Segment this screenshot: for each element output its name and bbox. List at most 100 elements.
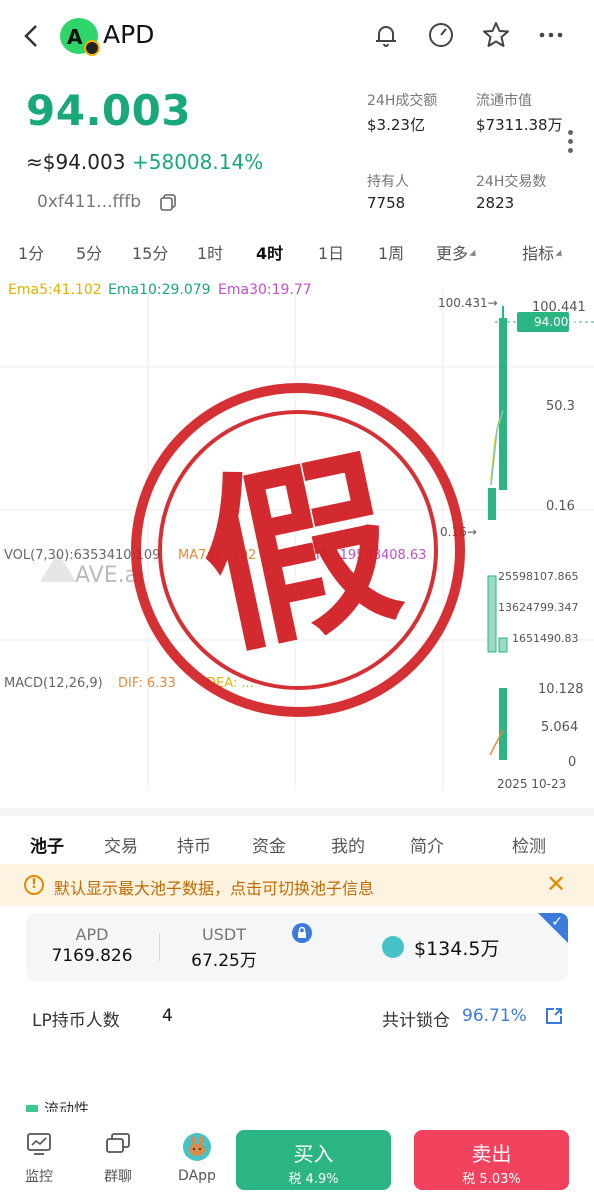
mcap-value: $7311.38万 xyxy=(476,116,563,134)
tab-detect[interactable]: 检测 xyxy=(512,832,546,857)
usd-price: ≈$94.003 xyxy=(26,150,126,174)
pool-card[interactable]: APD 7169.826 USDT 67.25万 $134.5万 ✓ xyxy=(26,913,568,981)
indicators-label: 指标 xyxy=(522,244,555,263)
volume-bar xyxy=(498,637,508,653)
locked-value: 96.71% xyxy=(462,1006,527,1026)
mcap-label: 流通市值 xyxy=(476,93,532,109)
chain-badge-icon xyxy=(84,40,100,56)
macd-indicator: MACD(12,26,9) xyxy=(4,676,103,691)
external-link-icon[interactable] xyxy=(544,1006,564,1026)
vol-axis-3: 1651490.83 xyxy=(512,632,579,645)
candle xyxy=(488,488,496,520)
macd-bar xyxy=(499,688,507,760)
tx-count-value: 2823 xyxy=(476,194,515,212)
sell-tax: 税 5.03% xyxy=(462,1172,521,1187)
token-b-amount: 67.25万 xyxy=(191,951,257,971)
tab-funds[interactable]: 资金 xyxy=(252,832,286,857)
axis-mid-label: 50.3 xyxy=(546,399,575,414)
high-marker: 100.431→ xyxy=(438,296,498,310)
ema5-label: Ema5:41.102 xyxy=(8,282,102,298)
tab-pools[interactable]: 池子 xyxy=(30,832,64,857)
tx-count-label: 24H交易数 xyxy=(476,174,547,190)
nav-group-chat-label: 群聊 xyxy=(104,1169,132,1185)
vol-axis-1: 25598107.865 xyxy=(498,570,579,583)
price-change: +58008.14% xyxy=(132,150,264,174)
buy-tax: 税 4.9% xyxy=(288,1172,339,1187)
token-b-label: USDT xyxy=(202,925,246,944)
holders-label: 持有人 xyxy=(367,174,409,190)
divider xyxy=(159,933,160,961)
bell-icon[interactable] xyxy=(371,20,401,50)
lp-holders-label: LP持币人数 xyxy=(32,1011,120,1031)
copy-icon[interactable] xyxy=(158,192,178,212)
token-b: USDT 67.25万 xyxy=(174,925,274,971)
candle xyxy=(499,318,507,490)
pool-tvl: $134.5万 xyxy=(414,938,500,960)
buy-label: 买入 xyxy=(293,1142,334,1166)
ema30-label: Ema30:19.77 xyxy=(218,282,312,298)
date-label: 2025 10-23 xyxy=(497,777,567,791)
locked-label: 共计锁仓 xyxy=(382,1011,450,1031)
nav-monitor-label: 监控 xyxy=(25,1169,53,1185)
token-logo: A xyxy=(60,18,100,56)
back-icon[interactable] xyxy=(18,20,46,52)
tab-mine[interactable]: 我的 xyxy=(331,832,365,857)
pool-notice[interactable]: ! 默认显示最大池子数据，点击可切换池子信息 ✕ xyxy=(0,864,594,906)
volume-label: 24H成交额 xyxy=(367,93,438,109)
caret-icon xyxy=(469,249,479,260)
lock-icon xyxy=(292,923,312,943)
timeframe-1d[interactable]: 1日 xyxy=(318,240,344,264)
holders-value: 7758 xyxy=(367,194,406,212)
close-icon[interactable]: ✕ xyxy=(546,870,566,898)
nav-dapp[interactable]: DApp xyxy=(172,1132,222,1184)
token-a-label: APD xyxy=(75,925,109,944)
macd-axis-2: 5.064 xyxy=(541,720,579,735)
detail-tabs: 池子 交易 持币 资金 我的 简介 检测 xyxy=(0,808,594,867)
contract-address: 0xf411...fffb xyxy=(37,192,142,212)
more-icon[interactable] xyxy=(536,20,566,50)
current-price-tag-label: 94.003 xyxy=(534,315,576,329)
token-a-amount: 7169.826 xyxy=(51,946,133,966)
check-icon: ✓ xyxy=(551,914,563,930)
top-bar: A APD xyxy=(0,0,594,72)
vol-axis-2: 13624799.347 xyxy=(498,601,579,614)
token-a: APD 7169.826 xyxy=(42,925,142,966)
sell-label: 卖出 xyxy=(471,1142,512,1166)
token-symbol: APD xyxy=(103,20,155,49)
monitor-icon xyxy=(27,1133,51,1155)
nav-dapp-label: DApp xyxy=(178,1168,216,1184)
stamp-character: 假 xyxy=(183,427,415,683)
macd-axis-3: 0 xyxy=(568,755,577,770)
nav-group-chat[interactable]: 群聊 xyxy=(93,1132,143,1186)
pancake-dapp-icon xyxy=(183,1133,211,1161)
axis-top-label: 100.441 xyxy=(532,300,586,315)
star-icon[interactable] xyxy=(481,20,511,50)
volume-value: $3.23亿 xyxy=(367,116,425,134)
timeframe-1w[interactable]: 1周 xyxy=(378,240,404,264)
lp-holders-value: 4 xyxy=(162,1006,173,1026)
timeframe-1m[interactable]: 1分 xyxy=(18,240,44,264)
nav-monitor[interactable]: 监控 xyxy=(14,1132,64,1186)
indicators-button[interactable]: 指标 xyxy=(522,240,565,264)
more-vertical-icon[interactable] xyxy=(566,130,574,160)
timeframe-15m[interactable]: 15分 xyxy=(132,240,168,264)
timeframe-4h[interactable]: 4时 xyxy=(256,240,283,264)
volume-bar xyxy=(487,575,497,653)
timeframe-5m[interactable]: 5分 xyxy=(76,240,102,264)
macd-axis-1: 10.128 xyxy=(538,682,584,697)
info-icon: ! xyxy=(24,875,44,895)
tab-trades[interactable]: 交易 xyxy=(104,832,138,857)
current-price: 94.003 xyxy=(26,86,192,135)
timeframe-1h[interactable]: 1时 xyxy=(197,240,223,264)
speedometer-icon[interactable] xyxy=(426,20,456,50)
sell-button[interactable]: 卖出 税 5.03% xyxy=(414,1130,569,1190)
ema10-label: Ema10:29.079 xyxy=(108,282,211,298)
buy-button[interactable]: 买入 税 4.9% xyxy=(236,1130,391,1190)
tab-intro[interactable]: 简介 xyxy=(410,832,444,857)
caret-icon xyxy=(555,249,565,260)
timeframe-more-label: 更多 xyxy=(436,244,469,263)
pancakeswap-icon xyxy=(382,936,404,958)
tab-holders[interactable]: 持币 xyxy=(177,832,211,857)
timeframe-more[interactable]: 更多 xyxy=(436,240,479,264)
chat-icon xyxy=(106,1133,130,1153)
